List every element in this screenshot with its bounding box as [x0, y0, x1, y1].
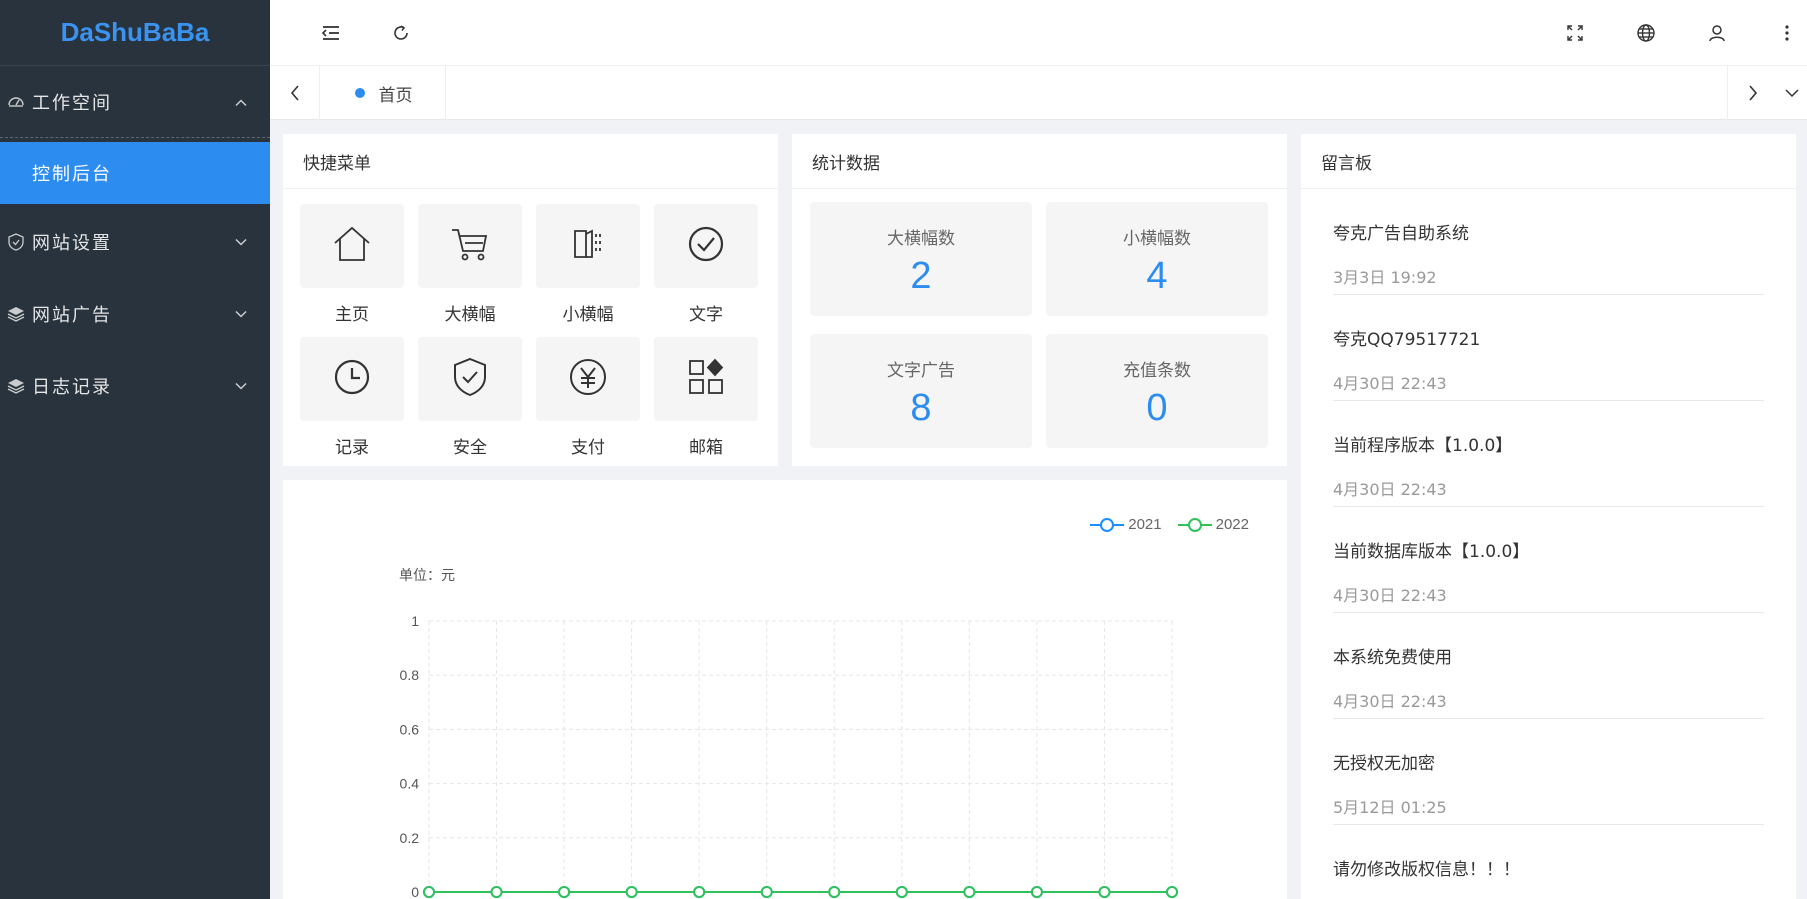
- card-title: 快捷菜单: [283, 134, 778, 189]
- collapse-sidebar-icon[interactable]: [311, 0, 351, 66]
- data-point: [558, 886, 571, 898]
- data-point: [760, 886, 773, 898]
- app-logo[interactable]: DaShuBaBa: [0, 0, 270, 66]
- sidebar-item-workspace[interactable]: 工作空间: [0, 66, 270, 138]
- globe-icon[interactable]: [1626, 0, 1666, 66]
- shield-check-icon: [452, 357, 488, 401]
- quick-item-home[interactable]: 主页: [300, 204, 404, 334]
- quick-item-records[interactable]: 记录: [300, 337, 404, 467]
- y-tick-label: 0.6: [400, 721, 420, 737]
- chart-unit-label: 单位：元: [399, 567, 455, 583]
- dashboard-icon: [0, 93, 32, 111]
- data-point: [1166, 886, 1178, 898]
- yen-icon: [568, 357, 608, 401]
- stat-small-banner: 小横幅数 4: [1046, 202, 1268, 316]
- list-item[interactable]: 无授权无加密 5月12日 01:25: [1333, 719, 1764, 825]
- quick-menu-card: 快捷菜单 主页 大横幅 小横幅 文字 记录 安全 支付 邮箱: [283, 134, 778, 466]
- sidebar-subitem-console[interactable]: 控制后台: [0, 142, 270, 204]
- user-icon[interactable]: [1697, 0, 1737, 66]
- tab-home[interactable]: 首页: [322, 66, 446, 120]
- quick-item-large-banner[interactable]: 大横幅: [418, 204, 522, 334]
- tabs-dropdown-icon[interactable]: [1777, 66, 1807, 120]
- more-vertical-icon[interactable]: [1767, 0, 1807, 66]
- list-item[interactable]: 夸克QQ79517721 4月30日 22:43: [1333, 295, 1764, 401]
- list-item[interactable]: 当前程序版本【1.0.0】 4月30日 22:43: [1333, 401, 1764, 507]
- layers-icon: [0, 378, 32, 394]
- sidebar: DaShuBaBa 工作空间 控制后台 网站设置 网站广告 日志记录: [0, 0, 270, 899]
- data-point: [423, 886, 435, 898]
- data-point: [625, 886, 638, 898]
- y-tick-label: 0.2: [400, 830, 420, 846]
- stat-recharge-count: 充值条数 0: [1046, 334, 1268, 448]
- shield-icon: [0, 233, 32, 251]
- stat-text-ads: 文字广告 8: [810, 334, 1032, 448]
- stats-card: 统计数据 大横幅数 2 小横幅数 4 文字广告 8 充值条数 0: [792, 134, 1287, 466]
- active-dot: [354, 88, 365, 98]
- sidebar-item-site-ads[interactable]: 网站广告: [0, 278, 270, 350]
- card-title: 留言板: [1301, 134, 1796, 189]
- data-point: [828, 886, 841, 898]
- quick-item-text[interactable]: 文字: [654, 204, 758, 334]
- quick-item-payment[interactable]: 支付: [536, 337, 640, 467]
- sidebar-item-label: 网站广告: [32, 305, 112, 326]
- tabs-scroll-right-icon[interactable]: [1727, 66, 1777, 120]
- quick-item-mailbox[interactable]: 邮箱: [654, 337, 758, 467]
- tab-label: 首页: [378, 85, 413, 106]
- sidebar-item-site-settings[interactable]: 网站设置: [0, 206, 270, 278]
- chevron-down-icon: [234, 304, 248, 325]
- y-tick-label: 1: [411, 613, 419, 629]
- data-point: [895, 886, 908, 898]
- refresh-icon[interactable]: [381, 0, 421, 66]
- chevron-down-icon: [234, 232, 248, 253]
- sidebar-item-logs[interactable]: 日志记录: [0, 350, 270, 422]
- top-header: [270, 0, 1807, 66]
- list-item[interactable]: 夸克广告自助系统 3月3日 19:92: [1333, 189, 1764, 295]
- quick-item-security[interactable]: 安全: [418, 337, 522, 467]
- message-list: 夸克广告自助系统 3月3日 19:92 夸克QQ79517721 4月30日 22:…: [1301, 189, 1796, 899]
- list-item[interactable]: 请勿修改版权信息！！！: [1333, 825, 1764, 899]
- chevron-down-icon: [234, 376, 248, 397]
- cart-icon: [450, 225, 490, 267]
- line-chart: 单位：元 1 0.8 0.6 0.4 0.2 0: [399, 567, 1178, 899]
- fullscreen-icon[interactable]: [1555, 0, 1595, 66]
- y-tick-label: 0.8: [400, 667, 420, 683]
- quick-item-small-banner[interactable]: 小横幅: [536, 204, 640, 334]
- clock-icon: [333, 358, 371, 400]
- book-icon: [570, 226, 606, 266]
- data-point: [1098, 886, 1111, 898]
- sidebar-item-label: 网站设置: [32, 233, 112, 254]
- data-point: [693, 886, 706, 898]
- list-item[interactable]: 当前数据库版本【1.0.0】 4月30日 22:43: [1333, 507, 1764, 613]
- chart-card: 2021 2022 单位：元 1 0.8 0.6 0.4 0.2 0: [283, 480, 1287, 899]
- y-tick-label: 0.4: [400, 776, 420, 792]
- apps-icon: [687, 358, 725, 400]
- sidebar-item-label: 工作空间: [32, 92, 112, 114]
- message-board-card: 留言板 夸克广告自助系统 3月3日 19:92 夸克QQ79517721 4月30日…: [1301, 134, 1796, 899]
- data-point: [490, 886, 503, 898]
- sidebar-item-label: 日志记录: [32, 377, 112, 398]
- list-item[interactable]: 本系统免费使用 4月30日 22:43: [1333, 613, 1764, 719]
- tabs-scroll-left-icon[interactable]: [270, 66, 320, 120]
- chevron-up-icon: [234, 91, 248, 112]
- layers-icon: [0, 306, 32, 322]
- data-point: [1030, 886, 1043, 898]
- sidebar-menu: 工作空间 控制后台 网站设置 网站广告 日志记录: [0, 66, 270, 422]
- check-circle-icon: [687, 225, 725, 267]
- stat-large-banner: 大横幅数 2: [810, 202, 1032, 316]
- home-icon: [332, 225, 372, 267]
- y-tick-label: 0: [411, 884, 419, 899]
- card-title: 统计数据: [792, 134, 1287, 189]
- tabs-bar: 首页: [270, 66, 1807, 120]
- data-point: [963, 886, 976, 898]
